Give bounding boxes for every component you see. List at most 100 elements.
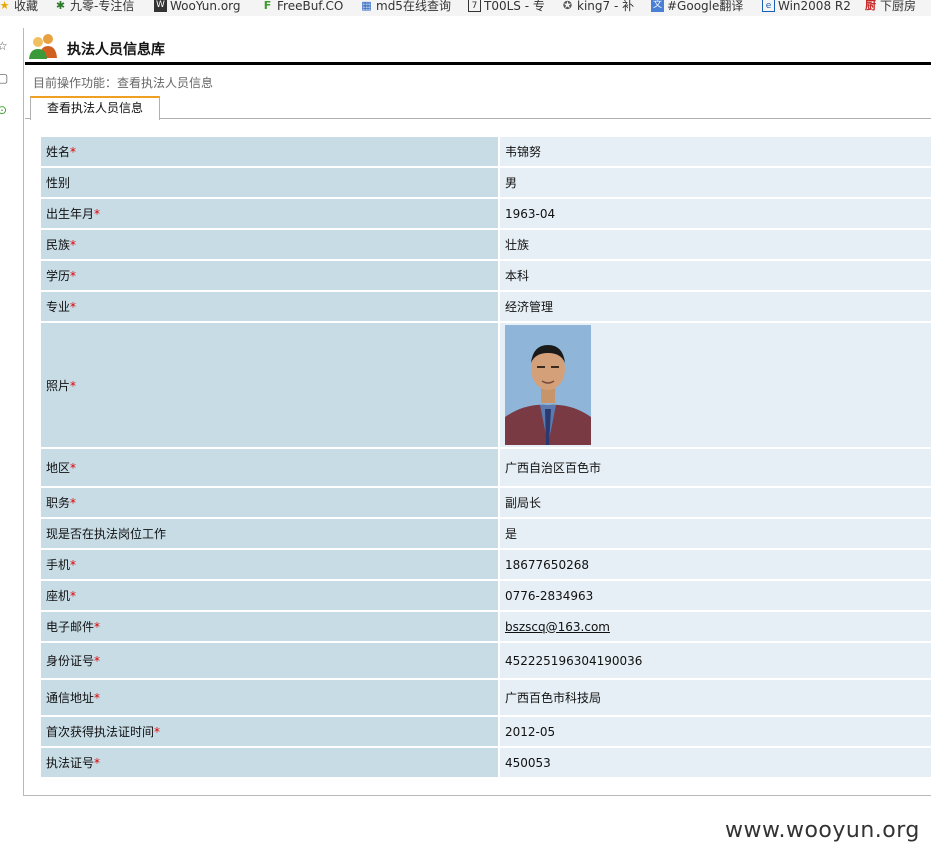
history-panel-icon[interactable]: ▢ (0, 72, 9, 84)
field-value-text: 2012-05 (505, 724, 556, 739)
field-label: 民族* (41, 230, 500, 259)
tab-view-officer-info[interactable]: 查看执法人员信息 (30, 96, 160, 120)
field-label-text: 学历 (46, 269, 71, 283)
favorites-star-icon[interactable]: ☆ (0, 40, 9, 52)
bookmark-jiuling[interactable]: ✱ 九零-专注信 (54, 0, 134, 12)
table-row: 专业* 经济管理 (41, 292, 931, 321)
field-label: 性别 (41, 168, 500, 197)
field-label-text: 照片 (46, 378, 71, 393)
field-value: 壮族 (500, 230, 931, 259)
field-value: 男 (500, 168, 931, 197)
field-label: 学历* (41, 261, 500, 290)
field-label-text: 手机 (46, 558, 71, 572)
bookmark-google-translate[interactable]: 文 #Google翻译 (651, 0, 743, 12)
field-label-text: 地区 (46, 461, 71, 475)
field-value-text: 1963-04 (505, 206, 556, 221)
field-label-text: 执法证号 (46, 756, 95, 770)
required-asterisk: * (70, 558, 77, 572)
field-label: 姓名* (41, 137, 500, 166)
field-label: 现是否在执法岗位工作 (41, 519, 500, 548)
tab-bar: 查看执法人员信息 (25, 96, 931, 120)
bookmark-freebuf[interactable]: F FreeBuf.CO (261, 0, 344, 12)
required-asterisk: * (70, 461, 77, 475)
table-row: 电子邮件* bszscq@163.com (41, 612, 931, 641)
email-link[interactable]: bszscq@163.com (505, 620, 610, 634)
field-value-text: 452225196304190036 (505, 653, 643, 668)
field-value-text: 广西自治区百色市 (505, 461, 602, 475)
required-asterisk: * (70, 300, 77, 314)
field-value-text: 壮族 (505, 238, 530, 252)
browser-sidebar: ☆ ▢ ⊙ (0, 16, 12, 860)
star-outline-icon: ✪ (562, 0, 573, 12)
table-row: 民族* 壮族 (41, 230, 931, 259)
bookmark-win2008[interactable]: e Win2008 R2 (762, 0, 851, 12)
table-row: 性别 男 (41, 168, 931, 197)
table-row: 地区* 广西自治区百色市 (41, 449, 931, 486)
field-label: 职务* (41, 488, 500, 517)
table-row: 姓名* 韦锦努 (41, 137, 931, 166)
kitchen-icon: 厨 (865, 0, 876, 12)
field-value: 1963-04 (500, 199, 931, 228)
field-label-text: 民族 (46, 238, 71, 252)
bookmark-favorites[interactable]: ★ 收藏 (0, 0, 38, 12)
field-label-text: 通信地址 (46, 691, 95, 705)
bookmark-king7[interactable]: ✪ king7 - 补 (561, 0, 634, 12)
field-label-text: 专业 (46, 300, 71, 314)
field-value-text: 男 (505, 176, 518, 190)
field-label: 出生年月* (41, 199, 500, 228)
wooyun-icon: W (154, 0, 167, 12)
field-label: 执法证号* (41, 748, 500, 777)
page-title: 执法人员信息库 (67, 42, 165, 58)
field-label: 通信地址* (41, 680, 500, 715)
officer-photo (505, 325, 591, 445)
field-label-text: 身份证号 (46, 654, 95, 668)
table-row: 手机* 18677650268 (41, 550, 931, 579)
users-icon (29, 34, 57, 59)
field-value-text: 是 (505, 527, 518, 541)
field-label-text: 姓名 (46, 145, 71, 159)
bookmark-md5[interactable]: ▦ md5在线查询 (360, 0, 451, 12)
field-value: 经济管理 (500, 292, 931, 321)
field-value (500, 323, 931, 447)
bookmark-tools[interactable]: 7 T00LS - 专 (468, 0, 545, 12)
bookmark-xiachufang[interactable]: 厨 下厨房 (864, 0, 916, 12)
field-value-text: 副局长 (505, 496, 542, 510)
field-label: 地区* (41, 449, 500, 486)
required-asterisk: * (94, 207, 101, 221)
table-row: 出生年月* 1963-04 (41, 199, 931, 228)
field-value-text: 450053 (505, 755, 551, 770)
field-label: 身份证号* (41, 643, 500, 678)
field-value: bszscq@163.com (500, 612, 931, 641)
content-frame: 执法人员信息库 目前操作功能：查看执法人员信息 查看执法人员信息 姓名* 韦锦努性… (23, 28, 931, 796)
field-value: 450053 (500, 748, 931, 777)
field-label: 手机* (41, 550, 500, 579)
grid-icon: ▦ (361, 0, 372, 12)
required-asterisk: * (94, 691, 101, 705)
field-value: 副局长 (500, 488, 931, 517)
field-value: 0776-2834963 (500, 581, 931, 610)
required-asterisk: * (70, 145, 77, 159)
freebuf-icon: F (263, 0, 272, 12)
field-label-text: 出生年月 (46, 207, 95, 221)
field-value: 本科 (500, 261, 931, 290)
field-label-text: 电子邮件 (46, 620, 95, 634)
field-label-text: 首次获得执法证时间 (46, 725, 155, 739)
required-asterisk: * (70, 496, 77, 510)
bookmark-wooyun[interactable]: W WooYun.org (154, 0, 241, 12)
field-label-text: 职务 (46, 496, 71, 510)
breadcrumb: 目前操作功能：查看执法人员信息 (33, 76, 214, 90)
refresh-circle-icon[interactable]: ⊙ (0, 104, 9, 116)
field-value: 2012-05 (500, 717, 931, 746)
field-value: 广西自治区百色市 (500, 449, 931, 486)
tools-icon: 7 (468, 0, 481, 12)
field-value-text: 经济管理 (505, 300, 554, 314)
field-value-text: 广西百色市科技局 (505, 691, 602, 705)
required-asterisk: * (154, 725, 161, 739)
field-label: 照片* (41, 323, 500, 447)
required-asterisk: * (70, 589, 77, 603)
field-value-text: 0776-2834963 (505, 588, 594, 603)
table-row: 现是否在执法岗位工作 是 (41, 519, 931, 548)
officer-info-table: 姓名* 韦锦努 性别男出生年月* 1963-04 民族* 壮族 学历* 本科 专业* 经济管理 照片… (41, 135, 931, 779)
field-label-text: 性别 (46, 176, 71, 190)
field-value: 广西百色市科技局 (500, 680, 931, 715)
